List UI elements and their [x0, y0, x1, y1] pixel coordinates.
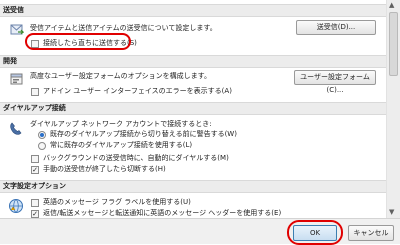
- cancel-button[interactable]: キャンセル: [348, 225, 394, 241]
- addin-errors-checkbox[interactable]: [31, 88, 39, 96]
- vertical-scrollbar[interactable]: ▲ ▼: [386, 0, 400, 218]
- send-receive-icon: [10, 22, 25, 35]
- english-flag-labels-checkbox[interactable]: [31, 199, 39, 207]
- custom-forms-button[interactable]: ユーザー設定フォーム(C)...: [294, 70, 376, 94]
- hangup-label: 手動の送受信が終了したら切断する(H): [43, 165, 166, 173]
- radio-always-use-existing[interactable]: [38, 142, 46, 150]
- auto-dial-checkbox[interactable]: [31, 155, 39, 163]
- hangup-checkbox[interactable]: ✓: [31, 166, 39, 174]
- radio-warn-before-switching[interactable]: [38, 131, 46, 139]
- english-headers-checkbox[interactable]: ✓: [31, 210, 39, 218]
- section-header-send-receive: 送受信: [0, 4, 386, 17]
- dialup-description: ダイヤルアップ ネットワーク アカウントで接続するとき:: [30, 120, 212, 128]
- scroll-up-arrow-icon[interactable]: ▲: [389, 1, 394, 9]
- phone-icon: [9, 121, 23, 135]
- section-header-dialup: ダイヤルアップ接続: [0, 102, 386, 115]
- options-pane: 送受信 受信アイテムと送信アイテムの送受信について設定します。 送受信(D)..…: [0, 0, 386, 218]
- developer-description: 高度なユーザー設定フォームのオプションを構成します。: [30, 72, 211, 80]
- addin-errors-label: アドイン ユーザー インターフェイスのエラーを表示する(A): [43, 87, 232, 95]
- scroll-thumb[interactable]: [389, 12, 398, 76]
- highlight-send-immediately: [25, 33, 131, 50]
- auto-dial-label: バックグラウンドの送受信時に、自動的にダイヤルする(M): [43, 154, 229, 162]
- send-receive-button[interactable]: 送受信(D)...: [296, 20, 376, 35]
- english-headers-label: 返信/転送メッセージと転送通知に英語のメッセージ ヘッダーを使用する(E): [43, 209, 282, 217]
- section-header-developer: 開発: [0, 55, 386, 68]
- send-receive-description: 受信アイテムと送信アイテムの送受信について設定します。: [30, 24, 217, 32]
- english-flag-labels-label: 英語のメッセージ フラグ ラベルを使用する(U): [43, 198, 191, 206]
- radio-always-label: 常に既存のダイヤルアップ接続を使用する(L): [50, 141, 193, 149]
- dialog-footer: OK キャンセル: [0, 218, 400, 245]
- international-icon: [8, 198, 24, 214]
- highlight-ok: [287, 220, 343, 245]
- section-header-international: 文字設定オプション: [0, 180, 386, 193]
- radio-warn-label: 既存のダイヤルアップ接続から切り替える前に警告する(W): [50, 130, 237, 138]
- scroll-down-arrow-icon[interactable]: ▼: [389, 208, 394, 216]
- developer-icon: [10, 71, 24, 85]
